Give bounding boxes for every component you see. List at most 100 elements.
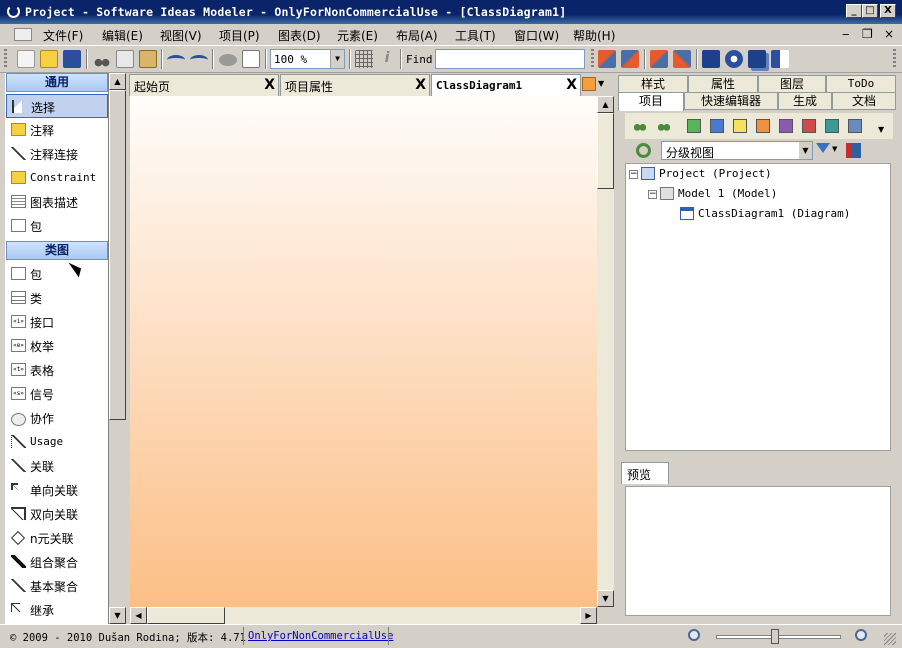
tool-collaboration[interactable]: 协作	[6, 406, 108, 430]
scrollbar-thumb[interactable]	[597, 113, 614, 189]
diagram-canvas[interactable]	[130, 96, 597, 607]
tab-list-icon[interactable]	[582, 77, 596, 91]
grid-icon[interactable]	[355, 50, 373, 68]
diagram-yellow-icon[interactable]	[733, 119, 747, 133]
resize-grip-icon[interactable]	[884, 633, 896, 645]
zoom-out-icon[interactable]	[688, 629, 700, 641]
tool-bidirectional-association[interactable]: 双向关联	[6, 502, 108, 526]
tab-style[interactable]: 样式	[618, 75, 688, 93]
tool-class-package[interactable]: 包	[6, 262, 108, 286]
tool-comment[interactable]: 注释	[6, 118, 108, 142]
sort-icon[interactable]	[846, 143, 861, 158]
diagram-red-icon[interactable]	[802, 119, 816, 133]
toolbox-scrollbar[interactable]: ▲ ▼	[109, 73, 126, 624]
menu-layout[interactable]: 布局(A)	[396, 27, 438, 44]
tab-todo[interactable]: ToDo	[826, 75, 896, 93]
menu-help[interactable]: 帮助(H)	[573, 27, 615, 44]
diagram-tool-icon[interactable]	[598, 50, 616, 68]
scroll-down-icon[interactable]: ▼	[597, 590, 614, 607]
add-model-icon[interactable]	[633, 119, 647, 133]
tool-table[interactable]: «t» 表格	[6, 358, 108, 382]
tab-generate[interactable]: 生成	[778, 92, 832, 110]
scroll-up-icon[interactable]: ▲	[597, 96, 614, 113]
menu-file[interactable]: 文件(F)	[43, 27, 83, 44]
document-icon[interactable]	[14, 28, 32, 41]
tool-aggregation[interactable]: 基本聚合	[6, 574, 108, 598]
zoom-slider-thumb[interactable]	[770, 629, 779, 644]
tab-quick-editor[interactable]: 快速编辑器	[684, 92, 778, 110]
diagram-green-icon[interactable]	[687, 119, 701, 133]
mdi-close-button[interactable]: ×	[884, 27, 894, 41]
zoom-combo[interactable]: 100 % ▼	[270, 49, 345, 69]
close-icon[interactable]: X	[566, 77, 577, 93]
tool-signal[interactable]: «s» 信号	[6, 382, 108, 406]
print-preview-icon[interactable]	[242, 50, 260, 68]
distribute-icon[interactable]	[771, 50, 789, 68]
project-tree[interactable]: − Project (Project) − Model 1 (Model) Cl…	[625, 163, 891, 451]
tab-project-properties[interactable]: 项目属性 X	[280, 74, 430, 96]
close-icon[interactable]: X	[415, 77, 426, 93]
tab-class-diagram[interactable]: ClassDiagram1 X	[431, 74, 581, 97]
open-folder-icon[interactable]	[40, 50, 58, 68]
add-submodel-icon[interactable]	[657, 119, 671, 133]
diagram-window-icon[interactable]	[848, 119, 862, 133]
scroll-left-icon[interactable]: ◀	[130, 607, 147, 624]
align-icon[interactable]	[650, 50, 668, 68]
tool-class[interactable]: 类	[6, 286, 108, 310]
toolbar-grip[interactable]	[591, 49, 594, 69]
filter-icon[interactable]	[816, 143, 830, 153]
tree-item-diagram[interactable]: ClassDiagram1 (Diagram)	[698, 207, 850, 220]
chevron-down-icon[interactable]: ▼	[330, 50, 344, 68]
tool-inheritance[interactable]: 继承	[6, 598, 108, 622]
align-icon[interactable]	[673, 50, 691, 68]
tab-project[interactable]: 项目	[618, 92, 684, 111]
mdi-minimize-button[interactable]: ‒	[842, 27, 850, 41]
title-bar[interactable]: Project - Software Ideas Modeler - OnlyF…	[0, 0, 902, 24]
tree-item-model[interactable]: Model 1 (Model)	[678, 187, 777, 200]
tab-preview[interactable]: 预览	[621, 462, 669, 484]
redo-icon[interactable]	[190, 55, 208, 65]
close-icon[interactable]: X	[264, 77, 275, 93]
find-input[interactable]	[435, 49, 585, 69]
toolbox-section-general[interactable]: 通用	[6, 73, 108, 92]
toolbar-grip[interactable]	[4, 49, 7, 69]
paste-icon[interactable]	[139, 50, 157, 68]
copy-icon[interactable]	[116, 50, 134, 68]
diagram-purple-icon[interactable]	[779, 119, 793, 133]
tool-association[interactable]: 关联	[6, 454, 108, 478]
toolbox-section-class[interactable]: 类图	[6, 241, 108, 260]
canvas-horizontal-scrollbar[interactable]: ◀ ▶	[130, 607, 597, 624]
tab-layers[interactable]: 图层	[758, 75, 826, 93]
maximize-button[interactable]: □	[862, 4, 878, 18]
menu-tools[interactable]: 工具(T)	[455, 27, 496, 44]
tool-comment-link[interactable]: 注释连接	[6, 142, 108, 166]
view-mode-combo[interactable]: 分级视图 ▼	[661, 141, 813, 160]
toolbar-grip[interactable]	[893, 49, 896, 69]
menu-project[interactable]: 项目(P)	[219, 27, 260, 44]
save-icon[interactable]	[63, 50, 81, 68]
chevron-down-icon[interactable]: ▼	[799, 142, 812, 159]
arrange-icon[interactable]	[748, 50, 766, 68]
scroll-right-icon[interactable]: ▶	[580, 607, 597, 624]
zoom-in-icon[interactable]	[855, 629, 867, 641]
scrollbar-thumb[interactable]	[147, 607, 225, 624]
refresh-icon[interactable]	[636, 143, 651, 158]
close-button[interactable]: X	[880, 4, 896, 18]
chevron-down-icon[interactable]: ▼	[878, 125, 884, 134]
info-icon[interactable]: i	[378, 50, 396, 68]
menu-window[interactable]: 窗口(W)	[514, 27, 559, 44]
menu-edit[interactable]: 编辑(E)	[102, 27, 143, 44]
tree-item-project[interactable]: Project (Project)	[659, 167, 772, 180]
tool-directed-association[interactable]: 单向关联	[6, 478, 108, 502]
scrollbar-thumb[interactable]	[109, 90, 126, 420]
scroll-up-icon[interactable]: ▲	[109, 73, 126, 90]
tree-expander[interactable]: −	[648, 190, 657, 199]
tree-expander[interactable]: −	[629, 170, 638, 179]
mdi-restore-button[interactable]: ❐	[862, 27, 873, 41]
tab-documentation[interactable]: 文档	[832, 92, 896, 110]
menu-element[interactable]: 元素(E)	[337, 27, 378, 44]
tool-diagram-description[interactable]: 图表描述	[6, 190, 108, 214]
menu-diagram[interactable]: 图表(D)	[278, 27, 321, 44]
diagram-blue-icon[interactable]	[710, 119, 724, 133]
license-link[interactable]: OnlyForNonCommercialUse	[248, 630, 393, 642]
